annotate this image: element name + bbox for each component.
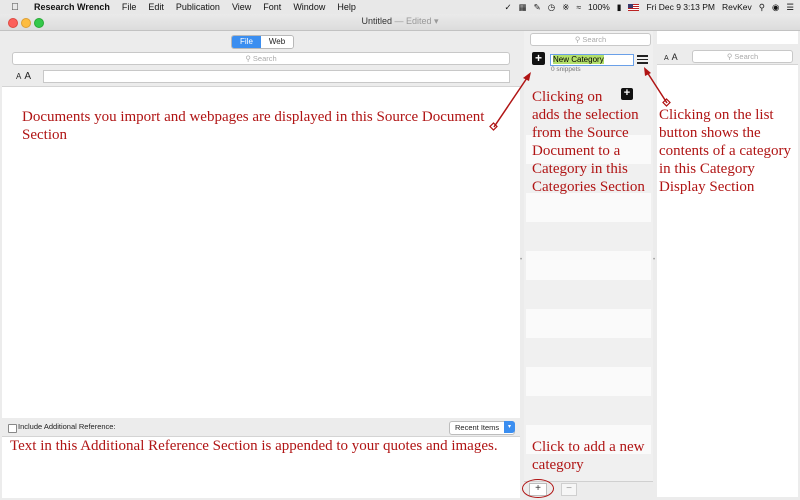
annotation-arrows <box>489 67 671 131</box>
arrow-to-add-button <box>489 72 531 131</box>
arrow-to-list-button <box>644 67 671 107</box>
